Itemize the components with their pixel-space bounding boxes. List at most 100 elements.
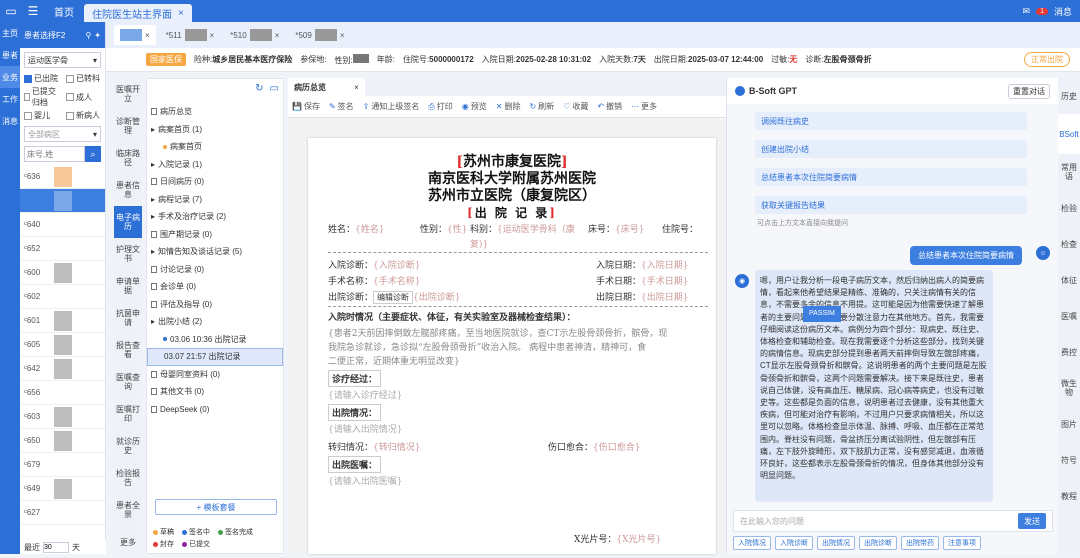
patient-tab[interactable]: × bbox=[114, 25, 156, 45]
op-name-field[interactable]: {手术名称} bbox=[373, 277, 420, 287]
bed-field[interactable]: {床号} bbox=[615, 225, 644, 235]
expand-arrow-icon[interactable]: ▸ bbox=[151, 247, 155, 256]
toolbar-1-button[interactable]: ✎ 签名 bbox=[329, 101, 354, 112]
function-menu-item[interactable]: 更多 bbox=[114, 526, 142, 558]
treatment-field[interactable]: {请输入诊疗经过} bbox=[328, 388, 402, 401]
toolbar-4-button[interactable]: ◉ 预览 bbox=[462, 101, 487, 112]
patient-row[interactable]: ᶜ652 bbox=[20, 237, 105, 261]
tree-node[interactable]: 病历总览 bbox=[147, 103, 283, 121]
name-field[interactable]: {姓名} bbox=[355, 225, 384, 235]
home-link[interactable]: 首页 bbox=[44, 4, 84, 19]
quick-question-button[interactable]: 出院情况 bbox=[817, 536, 855, 550]
toolbar-0-button[interactable]: 💾 保存 bbox=[292, 101, 320, 112]
toolbar-9-button[interactable]: ⋯ 更多 bbox=[631, 101, 657, 112]
close-icon[interactable]: × bbox=[340, 31, 345, 40]
tree-node[interactable]: 03.07 21:57 出院记录 bbox=[147, 348, 283, 366]
template-button[interactable]: + 模板套餐 bbox=[155, 499, 277, 515]
patient-row[interactable]: ᶜ601 bbox=[20, 309, 105, 333]
mail-icon[interactable]: ✉ bbox=[1023, 6, 1031, 17]
patient-row[interactable]: ᶜ649 bbox=[20, 477, 105, 501]
patient-row[interactable] bbox=[20, 189, 105, 213]
send-button[interactable]: 发送 bbox=[1018, 513, 1046, 529]
function-menu-item[interactable]: 检验报告 bbox=[114, 462, 142, 494]
op-date-field[interactable]: {手术日期} bbox=[641, 277, 688, 287]
right-nav-item[interactable]: 医嘱 bbox=[1058, 298, 1080, 334]
gender-field[interactable]: {性} bbox=[447, 225, 467, 235]
expand-arrow-icon[interactable]: ▸ bbox=[151, 212, 155, 221]
function-menu-item[interactable]: 抗菌申请 bbox=[114, 302, 142, 334]
quick-question-button[interactable]: 注意事项 bbox=[943, 536, 981, 550]
function-menu-item[interactable]: 报告查看 bbox=[114, 334, 142, 366]
tree-node[interactable]: ▸ 病程记录 (7) bbox=[147, 191, 283, 209]
right-nav-item[interactable]: 检验 bbox=[1058, 190, 1080, 226]
right-nav-item[interactable]: 符号 bbox=[1058, 442, 1080, 478]
reset-chat-button[interactable]: 重置对话 bbox=[1008, 83, 1050, 99]
right-nav-item[interactable]: 常用语 bbox=[1058, 154, 1080, 190]
filter-checkbox[interactable]: 已转科 bbox=[62, 72, 104, 85]
wound-field[interactable]: {伤口愈合} bbox=[593, 443, 640, 453]
expand-arrow-icon[interactable]: ▸ bbox=[151, 317, 155, 326]
collapse-icon[interactable]: ▭ bbox=[270, 83, 279, 99]
suggestion-item[interactable]: 获取关键报告结果 bbox=[755, 196, 1027, 214]
search-icon[interactable]: ⌕ bbox=[85, 146, 101, 162]
close-icon[interactable]: × bbox=[354, 83, 359, 92]
function-menu-item[interactable]: 医嘱打印 bbox=[114, 398, 142, 430]
ward-select[interactable]: 全部病区 ▾ bbox=[24, 126, 101, 142]
tree-node[interactable]: 评估及指导 (0) bbox=[147, 296, 283, 314]
transfer-field[interactable]: {转归情况} bbox=[373, 443, 420, 453]
pin-icon[interactable]: ✦ bbox=[94, 31, 101, 40]
tree-node[interactable]: 会诊单 (0) bbox=[147, 278, 283, 296]
patient-tab[interactable]: *509 × bbox=[289, 25, 350, 45]
filter-checkbox[interactable]: 已提交归档 bbox=[20, 85, 62, 109]
discharge-date-field[interactable]: {出院日期} bbox=[641, 293, 688, 303]
toolbar-3-button[interactable]: ⎙ 打印 bbox=[428, 101, 452, 112]
right-nav-item[interactable]: 教程 bbox=[1058, 478, 1080, 514]
quick-question-button[interactable]: 入院诊断 bbox=[775, 536, 813, 550]
tree-node[interactable]: 母婴同室资料 (0) bbox=[147, 366, 283, 384]
filter-checkbox[interactable]: 已出院 bbox=[20, 72, 62, 85]
admission-condition-text-1[interactable]: {患者2天前因摔倒致左髋部疼痛，至当地医院就诊，查CT示左股骨颈骨折，髌骨，现 bbox=[328, 326, 667, 339]
messages-link[interactable]: 消息 bbox=[1054, 5, 1072, 18]
admission-condition-text-3[interactable]: 二便正常，近期体重无明显改变} bbox=[328, 354, 460, 367]
expand-arrow-icon[interactable]: ▸ bbox=[151, 125, 155, 134]
right-nav-item[interactable]: 微生物 bbox=[1058, 370, 1080, 406]
patient-row[interactable]: ᶜ679 bbox=[20, 453, 105, 477]
filter-checkbox[interactable]: 新病人 bbox=[62, 109, 104, 122]
tree-node[interactable]: ▸ 出院小结 (2) bbox=[147, 313, 283, 331]
toolbar-2-button[interactable]: ⇧ 通知上级签名 bbox=[363, 101, 420, 112]
admit-diag-field[interactable]: {入院诊断} bbox=[373, 261, 420, 271]
tree-node[interactable]: ▸ 知情告知及谈话记录 (5) bbox=[147, 243, 283, 261]
leftnav-item[interactable]: 主页 bbox=[0, 22, 20, 44]
suggestion-item[interactable]: 总结患者本次住院简要病情 bbox=[755, 168, 1027, 186]
tree-node[interactable]: 讨论记录 (0) bbox=[147, 261, 283, 279]
toolbar-5-button[interactable]: ✕ 删除 bbox=[496, 101, 521, 112]
patient-row[interactable]: ᶜ656 bbox=[20, 381, 105, 405]
patient-row[interactable]: ᶜ605 bbox=[20, 333, 105, 357]
discharge-record-document[interactable]: [苏州市康复医院] 南京医科大学附属苏州医院 苏州市立医院（康复院区） [出 院… bbox=[308, 138, 716, 554]
admit-date-field[interactable]: {入院日期} bbox=[641, 261, 688, 271]
patient-row[interactable]: ᶜ640 bbox=[20, 213, 105, 237]
quick-question-button[interactable]: 出院诊断 bbox=[859, 536, 897, 550]
right-nav-item[interactable]: 检查 bbox=[1058, 226, 1080, 262]
discharge-state-field[interactable]: {请输入出院情况} bbox=[328, 422, 402, 435]
right-nav-item[interactable]: BSoft bbox=[1058, 114, 1080, 154]
patient-row[interactable]: ᶜ627 bbox=[20, 501, 105, 525]
tree-node[interactable]: ▸ 入院记录 (1) bbox=[147, 156, 283, 174]
toolbar-6-button[interactable]: ↻ 刷新 bbox=[529, 101, 554, 112]
edit-diagnosis-button[interactable]: 编辑诊断 bbox=[373, 291, 414, 304]
leftnav-item[interactable]: 患者 bbox=[0, 44, 20, 66]
suggestion-item[interactable]: 创建出院小结 bbox=[755, 140, 1027, 158]
close-icon[interactable]: × bbox=[210, 31, 215, 40]
tree-node[interactable]: 03.06 10:36 出院记录 bbox=[147, 331, 283, 349]
tree-node[interactable]: ▸ 手术及治疗记录 (2) bbox=[147, 208, 283, 226]
right-nav-item[interactable]: 费控 bbox=[1058, 334, 1080, 370]
function-menu-item[interactable]: 申请单据 bbox=[114, 270, 142, 302]
close-icon[interactable]: × bbox=[275, 31, 280, 40]
patient-row[interactable]: ᶜ642 bbox=[20, 357, 105, 381]
quick-question-button[interactable]: 入院情况 bbox=[733, 536, 771, 550]
tree-node[interactable]: 病案首页 bbox=[147, 138, 283, 156]
function-menu-item[interactable]: 临床路径 bbox=[114, 142, 142, 174]
editor-tab[interactable]: 病历总览 × bbox=[288, 78, 365, 96]
leftnav-item[interactable]: 消息 bbox=[0, 110, 20, 132]
refresh-icon[interactable]: ↻ bbox=[255, 83, 263, 99]
